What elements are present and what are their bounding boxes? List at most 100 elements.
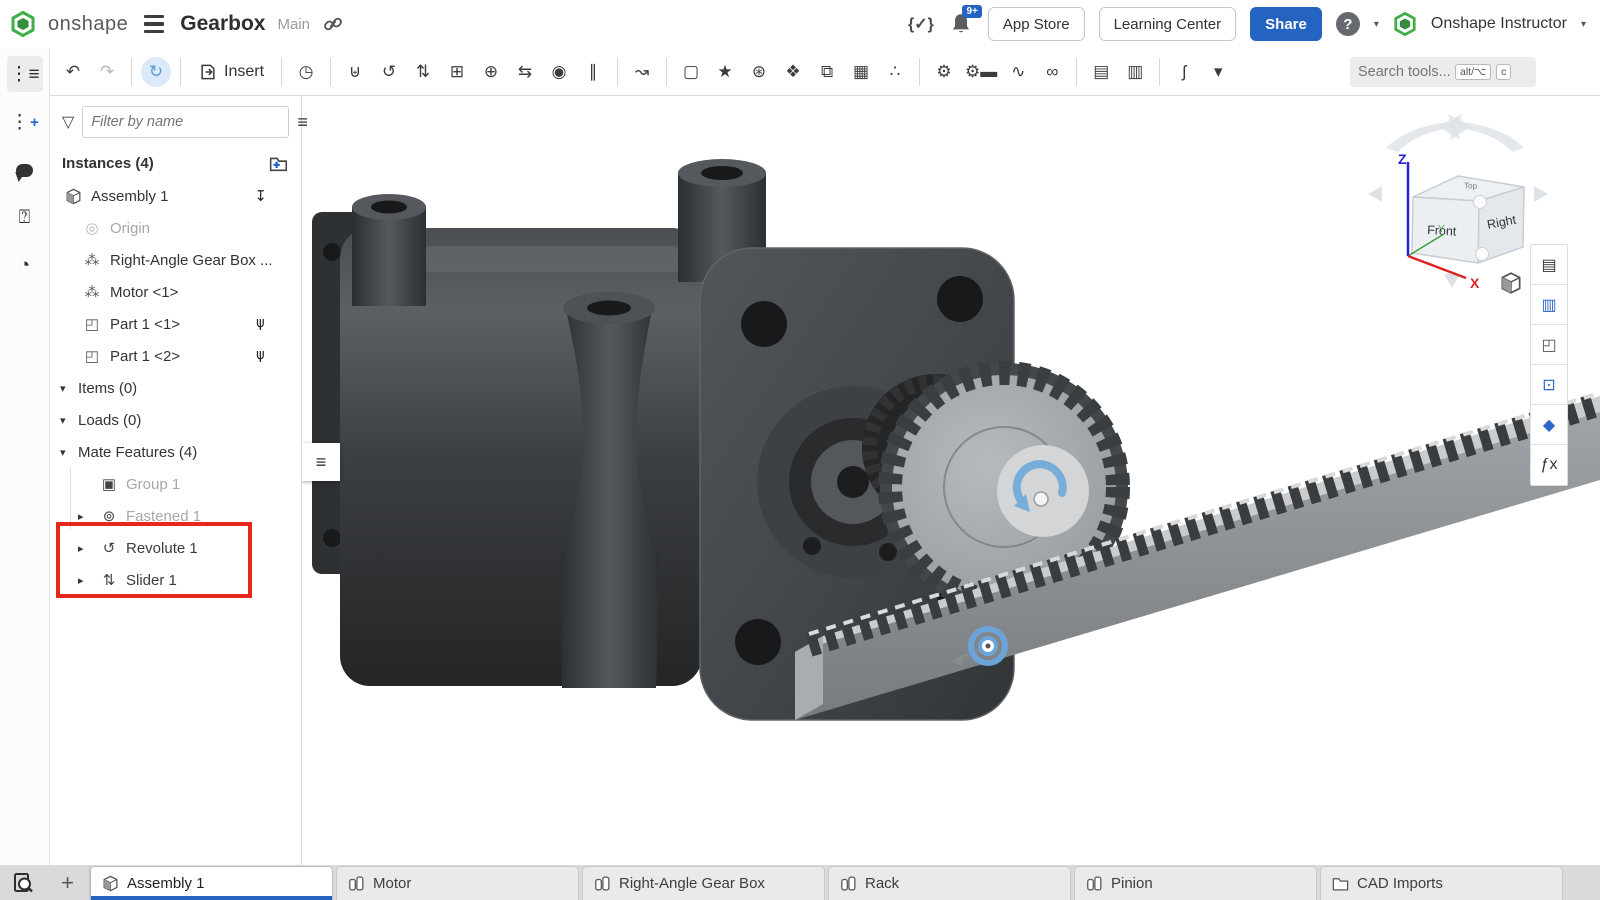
branch-name[interactable]: Main xyxy=(277,16,310,33)
comments-icon[interactable] xyxy=(7,152,43,188)
help-documentation-icon[interactable]: ⍰ xyxy=(7,200,43,236)
mate-revolute-1[interactable]: ▸ ↺ Revolute 1 xyxy=(50,532,301,564)
bom-panel-icon[interactable]: ▤ xyxy=(1531,245,1567,285)
tree-item-part-1-1[interactable]: ◰ Part 1 <1> ⋔ xyxy=(50,308,301,340)
view-cube-top-label[interactable]: Top xyxy=(1464,181,1478,191)
section-view-panel-icon[interactable]: ◆ xyxy=(1531,405,1567,445)
app-store-button[interactable]: App Store xyxy=(988,7,1085,41)
dof-indicator-icon[interactable]: ⋔ xyxy=(254,347,267,365)
tree-item-assembly-1[interactable]: Assembly 1 ↧ xyxy=(50,180,301,212)
assembly-3d-model[interactable]: Top Front Right Y Z X xyxy=(302,96,1600,865)
user-menu-caret-icon[interactable]: ▾ xyxy=(1581,19,1586,30)
section-items[interactable]: ▾ Items (0) xyxy=(50,372,301,404)
list-view-icon[interactable]: ≡ xyxy=(297,112,308,133)
fixed-anchor-icon[interactable]: ↧ xyxy=(254,187,267,205)
tree-item-motor[interactable]: ⁂ Motor <1> xyxy=(50,276,301,308)
planar-mate-icon[interactable]: ⊞ xyxy=(442,57,472,87)
document-menu-icon[interactable] xyxy=(140,11,168,38)
document-title[interactable]: Gearbox xyxy=(180,12,265,36)
tangent-mate-icon[interactable]: ↝ xyxy=(627,57,657,87)
tab-rack[interactable]: Rack xyxy=(828,866,1071,900)
gear-relation-icon[interactable]: ⚙ xyxy=(929,57,959,87)
graphics-viewport[interactable]: Top Front Right Y Z X ≡ ▾ xyxy=(302,96,1600,865)
notifications-bell-icon[interactable]: 9+ xyxy=(948,11,974,37)
section-loads[interactable]: ▾ Loads (0) xyxy=(50,404,301,436)
mate-group-1[interactable]: ▣ Group 1 xyxy=(50,468,301,500)
filter-funnel-icon[interactable]: ▽ xyxy=(62,112,74,132)
snap-mode-icon[interactable]: ❖ xyxy=(778,57,808,87)
view-cube[interactable]: Top Front Right Y Z X xyxy=(1368,114,1548,291)
learning-center-button[interactable]: Learning Center xyxy=(1099,7,1237,41)
ball-mate-icon[interactable]: ◉ xyxy=(544,57,574,87)
fastened-mate-icon[interactable]: ⊎ xyxy=(340,57,370,87)
tab-right-angle-gear-box[interactable]: Right-Angle Gear Box xyxy=(582,866,825,900)
bill-of-materials-icon[interactable]: ▤ xyxy=(1086,57,1116,87)
named-views-panel-icon[interactable]: ⊡ xyxy=(1531,365,1567,405)
pin-slot-mate-icon[interactable]: ⇆ xyxy=(510,57,540,87)
feature-scripts-icon[interactable]: {✓} xyxy=(908,14,934,34)
dof-indicator-icon[interactable]: ⋔ xyxy=(254,315,267,333)
user-avatar[interactable] xyxy=(1393,12,1417,36)
group-parts-icon[interactable]: ▢ xyxy=(676,57,706,87)
configurations-panel-icon[interactable]: ▥ xyxy=(1531,285,1567,325)
redo-icon[interactable]: ↷ xyxy=(92,57,122,87)
linear-pattern-icon[interactable]: ▦ xyxy=(846,57,876,87)
tab-motor[interactable]: Motor xyxy=(336,866,579,900)
tab-assembly-1[interactable]: Assembly 1 xyxy=(90,866,333,900)
replicate-icon[interactable]: ⧉ xyxy=(812,57,842,87)
tree-item-origin[interactable]: ◎ Origin xyxy=(50,212,301,244)
onshape-logo-icon[interactable] xyxy=(10,11,36,37)
undo-icon[interactable]: ↶ xyxy=(58,57,88,87)
screw-relation-icon[interactable]: ∿ xyxy=(1003,57,1033,87)
add-folder-icon[interactable] xyxy=(267,152,289,174)
chevron-right-icon[interactable]: ▸ xyxy=(78,510,98,523)
variables-panel-icon[interactable]: ƒx xyxy=(1531,445,1567,485)
create-version-icon[interactable]: ⋮+ xyxy=(7,104,43,140)
sketch-curve-tool-icon[interactable]: ʃ xyxy=(1169,57,1199,87)
tab-pinion[interactable]: Pinion xyxy=(1074,866,1317,900)
slider-mate-icon[interactable]: ⇅ xyxy=(408,57,438,87)
chevron-down-icon[interactable]: ▾ xyxy=(60,414,78,427)
help-icon[interactable]: ? xyxy=(1336,12,1360,36)
parallel-mate-icon[interactable]: ∥ xyxy=(578,57,608,87)
part-icon: ◰ xyxy=(82,315,102,333)
exploded-parts-icon[interactable]: ∴ xyxy=(880,57,910,87)
share-button[interactable]: Share xyxy=(1250,7,1322,41)
section-mate-features[interactable]: ▾ Mate Features (4) xyxy=(50,436,301,468)
filter-by-name-input[interactable] xyxy=(82,106,289,138)
update-linked-documents-icon[interactable]: ↻ xyxy=(141,57,171,87)
share-link-icon[interactable] xyxy=(322,13,344,35)
user-name[interactable]: Onshape Instructor xyxy=(1431,15,1567,33)
mate-fastened-1[interactable]: ▸ ⊚ Fastened 1 xyxy=(50,500,301,532)
cylindrical-mate-icon[interactable]: ⊕ xyxy=(476,57,506,87)
collapse-panel-button[interactable]: ≡ xyxy=(302,443,340,481)
search-tools-box[interactable]: alt/⌥ c xyxy=(1350,57,1536,87)
appearance-panel-icon[interactable]: ◰ xyxy=(1531,325,1567,365)
tab-cad-imports[interactable]: CAD Imports xyxy=(1320,866,1563,900)
belt-relation-icon[interactable]: ∞ xyxy=(1037,57,1067,87)
revolute-mate-icon[interactable]: ↺ xyxy=(374,57,404,87)
assembly-structure-icon[interactable]: ⋮≡ xyxy=(7,56,43,92)
insert-button[interactable]: Insert xyxy=(190,56,272,88)
frame-structure-icon[interactable]: ▥ xyxy=(1120,57,1150,87)
tree-item-part-1-2[interactable]: ◰ Part 1 <2> ⋔ xyxy=(50,340,301,372)
search-tools-input[interactable] xyxy=(1358,64,1450,80)
edit-in-context-icon[interactable]: ⊛ xyxy=(744,57,774,87)
named-positions-clock-icon[interactable]: ◷ xyxy=(291,57,321,87)
mate-connector-icon[interactable]: ★ xyxy=(710,57,740,87)
add-tab-button[interactable]: + xyxy=(46,865,90,900)
chevron-down-icon[interactable]: ▾ xyxy=(60,382,78,395)
chevron-down-icon[interactable]: ▾ xyxy=(60,446,78,459)
mate-slider-1[interactable]: ▸ ⇅ Slider 1 xyxy=(50,564,301,596)
help-caret-icon[interactable]: ▾ xyxy=(1374,19,1379,30)
chevron-right-icon[interactable]: ▸ xyxy=(78,542,98,555)
tree-item-right-angle-gear-box[interactable]: ⁂ Right-Angle Gear Box ... xyxy=(50,244,301,276)
search-tabs-icon[interactable] xyxy=(0,865,46,900)
shortcut-alt-key: alt/⌥ xyxy=(1455,64,1491,80)
right-panel-rail: ▤▥◰⊡◆ƒx xyxy=(1530,244,1568,486)
tool-dropdown-icon[interactable]: ▾ xyxy=(1203,57,1233,87)
part-studio-tab-icon xyxy=(839,874,858,893)
chevron-right-icon[interactable]: ▸ xyxy=(78,574,98,587)
history-icon[interactable]: ◔ xyxy=(7,248,43,284)
rack-and-pinion-relation-icon[interactable]: ⚙▬ xyxy=(963,57,999,87)
